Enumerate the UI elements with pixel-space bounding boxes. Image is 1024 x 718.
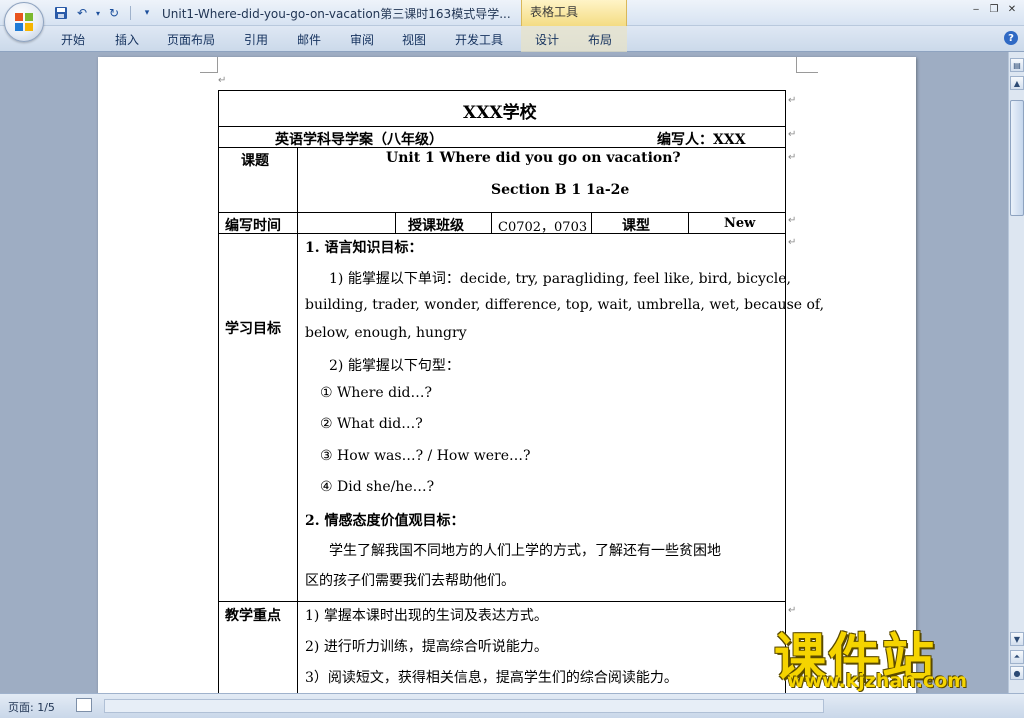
table-cell-subject[interactable]: 英语学科导学案（八年级） 编写人：XXX: [218, 126, 786, 148]
table-tools-label: 表格工具: [530, 5, 579, 19]
goal1-sentences: 2) 能掌握以下句型：: [329, 358, 460, 374]
horizontal-scrollbar[interactable]: [104, 699, 824, 713]
topic-section: Section B 1 1a-2e: [491, 182, 630, 198]
row-end-mark: ↵: [788, 152, 797, 163]
school-name: XXX学校: [463, 103, 537, 123]
tab-home[interactable]: 开始: [61, 31, 85, 48]
row-end-mark: ↵: [788, 215, 797, 226]
goal2-line2: 区的孩子们需要我们去帮助他们。: [305, 573, 515, 589]
undo-dropdown-icon[interactable]: ▾: [94, 4, 102, 22]
document-page[interactable]: ↵ XXX学校 英语学科导学案（八年级） 编写人：XXX 课题 Unit 1 W…: [98, 57, 916, 693]
vertical-scrollbar[interactable]: ▤ ▲ ▼ ⏶ ●: [1008, 52, 1024, 693]
scroll-down-icon[interactable]: ▼: [1010, 632, 1024, 646]
table-cell-topic-label[interactable]: 课题: [218, 147, 298, 213]
goals-label: 学习目标: [225, 321, 281, 337]
key-point-1: 1) 掌握本课时出现的生词及表达方式。: [305, 608, 548, 624]
document-area[interactable]: ↵ XXX学校 英语学科导学案（八年级） 编写人：XXX 课题 Unit 1 W…: [0, 52, 1008, 693]
table-tools-group: 表格工具: [521, 0, 627, 26]
row-end-mark: ↵: [788, 129, 797, 140]
row-end-mark: ↵: [788, 237, 797, 248]
class-label: 授课班级: [408, 218, 464, 234]
table-cell-topic[interactable]: Unit 1 Where did you go on vacation? Sec…: [297, 147, 786, 213]
goal1-words-line1: 1) 能掌握以下单词：decide, try, paragliding, fee…: [329, 271, 791, 287]
pattern-3: ③ How was…? / How were…?: [320, 448, 531, 464]
row-end-mark: ↵: [788, 605, 797, 616]
table-cell-type-value[interactable]: New: [688, 212, 786, 234]
type-value: New: [724, 216, 756, 231]
table-cell-goals-label[interactable]: 学习目标: [218, 233, 298, 602]
subject-line: 英语学科导学案（八年级）: [275, 132, 443, 148]
row-end-mark: ↵: [788, 95, 797, 106]
tab-insert[interactable]: 插入: [115, 31, 139, 48]
tab-view[interactable]: 视图: [402, 31, 426, 48]
goal2-heading: 2. 情感态度价值观目标：: [305, 513, 465, 529]
close-icon[interactable]: ✕: [1004, 2, 1020, 16]
proofing-icon[interactable]: [76, 698, 92, 712]
scroll-thumb[interactable]: [1010, 100, 1024, 216]
tab-review[interactable]: 审阅: [350, 31, 374, 48]
qat-separator: [130, 6, 131, 20]
key-label: 教学重点: [225, 608, 281, 624]
page-indicator[interactable]: 页面: 1/5: [8, 699, 55, 715]
document-title: Unit1-Where-did-you-go-on-vacation第三课时16…: [162, 7, 511, 21]
crop-mark-left: [200, 57, 218, 73]
goal1-words-line3: below, enough, hungry: [305, 325, 467, 341]
watermark-url: www.kjzhan.com: [787, 670, 968, 692]
tab-references[interactable]: 引用: [244, 31, 268, 48]
topic-title: Unit 1 Where did you go on vacation?: [386, 150, 681, 166]
undo-icon[interactable]: ↶: [73, 4, 91, 22]
tab-developer[interactable]: 开发工具: [455, 31, 503, 48]
prev-page-icon[interactable]: ⏶: [1010, 650, 1024, 664]
quick-access-toolbar: ↶ ▾ ↻ ▾: [52, 4, 156, 22]
goal1-heading: 1. 语言知识目标：: [305, 240, 423, 256]
key-point-2: 2) 进行听力训练，提高综合听说能力。: [305, 639, 548, 655]
table-cell-goals[interactable]: 1. 语言知识目标： 1) 能掌握以下单词：decide, try, parag…: [297, 233, 824, 602]
status-bar: 页面: 1/5: [0, 693, 1024, 718]
restore-icon[interactable]: ❐: [986, 2, 1002, 16]
office-button[interactable]: [4, 2, 44, 42]
title-bar: ↶ ▾ ↻ ▾ Unit1-Where-did-you-go-on-vacati…: [0, 0, 1024, 26]
help-icon[interactable]: ?: [1004, 31, 1018, 45]
scroll-up-icon[interactable]: ▲: [1010, 76, 1024, 90]
table-cell-class-label[interactable]: 授课班级: [395, 212, 492, 234]
pattern-1: ① Where did…?: [320, 385, 433, 401]
key-point-3: 3）阅读短文，获得相关信息，提高学生们的综合阅读能力。: [305, 670, 678, 686]
pattern-2: ② What did…?: [320, 416, 423, 432]
author-label: 编写人：XXX: [657, 132, 746, 148]
paragraph-mark: ↵: [218, 75, 227, 86]
table-cell-time-label[interactable]: 编写时间: [218, 212, 298, 234]
table-cell-school[interactable]: XXX学校: [218, 90, 786, 127]
table-cell-time-value[interactable]: [297, 212, 396, 234]
ruler-toggle-icon[interactable]: ▤: [1010, 58, 1024, 72]
crop-mark-right: [796, 57, 818, 73]
save-icon[interactable]: [52, 4, 70, 22]
topic-label: 课题: [241, 153, 269, 169]
minimize-icon[interactable]: ‒: [968, 2, 984, 16]
select-browse-object-icon[interactable]: ●: [1010, 666, 1024, 680]
tab-mailings[interactable]: 邮件: [297, 31, 321, 48]
office-logo-icon: [15, 13, 33, 31]
customize-qat-icon[interactable]: ▾: [138, 4, 156, 22]
table-cell-class-value[interactable]: C0702，0703: [491, 212, 592, 235]
goal1-words-line2: building, trader, wonder, difference, to…: [305, 297, 825, 313]
window-controls: ‒ ❐ ✕: [968, 2, 1020, 16]
tab-layout[interactable]: 布局: [588, 31, 612, 48]
redo-icon[interactable]: ↻: [105, 4, 123, 22]
tab-design[interactable]: 设计: [535, 31, 559, 48]
pattern-4: ④ Did she/he…?: [320, 479, 435, 495]
table-cell-key[interactable]: 1) 掌握本课时出现的生词及表达方式。 2) 进行听力训练，提高综合听说能力。 …: [297, 601, 786, 693]
tab-page-layout[interactable]: 页面布局: [167, 31, 215, 48]
table-cell-key-label[interactable]: 教学重点: [218, 601, 298, 693]
time-label: 编写时间: [225, 218, 281, 234]
table-cell-type-label[interactable]: 课型: [591, 212, 689, 234]
type-label: 课型: [622, 218, 650, 234]
ribbon-tabs: 开始 插入 页面布局 引用 邮件 审阅 视图 开发工具 设计 布局 ?: [0, 26, 1024, 52]
goal2-line1: 学生了解我国不同地方的人们上学的方式，了解还有一些贫困地: [329, 543, 721, 559]
